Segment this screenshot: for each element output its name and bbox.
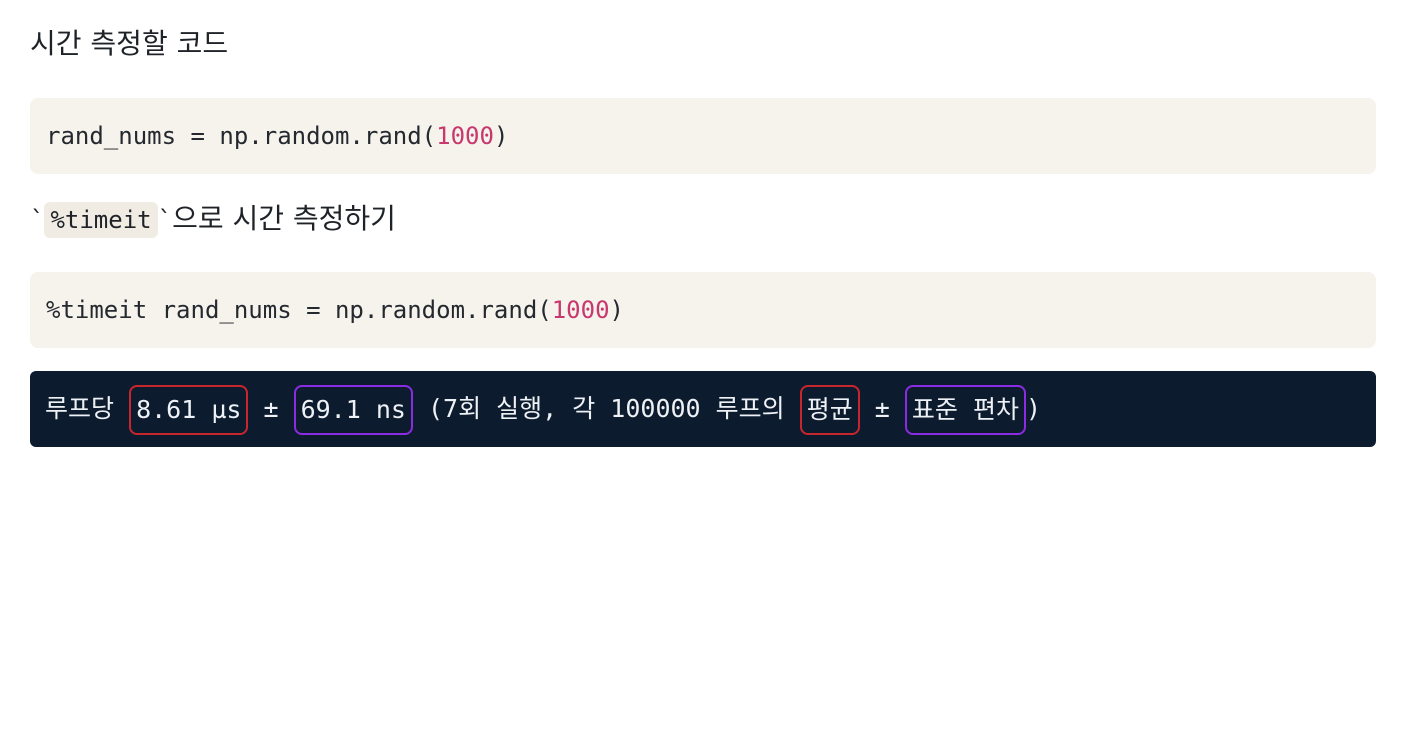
heading-text: 으로 시간 측정하기 bbox=[172, 202, 396, 235]
output-middle-text: (7회 실행, 각 100000 루프의 bbox=[412, 394, 800, 423]
code-block-timeit[interactable]: %timeit rand_nums = np.random.rand(1000) bbox=[30, 272, 1376, 348]
mean-label-highlight: 평균 bbox=[799, 385, 860, 435]
timeit-output-block: 루프당 8.61 µs ± 69.1 ns (7회 실행, 각 100000 루… bbox=[30, 371, 1376, 447]
number-literal: 1000 bbox=[551, 296, 610, 324]
output-lead-text: 루프당 bbox=[45, 394, 130, 423]
code-text-close: ) bbox=[493, 122, 509, 150]
code-text-close: ) bbox=[609, 296, 624, 324]
mean-value-highlight: 8.61 µs bbox=[129, 385, 249, 435]
code-text: %timeit rand_nums = np.random.rand( bbox=[46, 296, 552, 324]
std-label-highlight: 표준 편차 bbox=[904, 385, 1026, 435]
plus-minus-sign: ± bbox=[859, 394, 905, 423]
backtick-open: ` bbox=[30, 206, 45, 234]
plus-minus-sign: ± bbox=[248, 394, 294, 423]
number-literal: 1000 bbox=[436, 122, 494, 150]
backtick-close: ` bbox=[157, 206, 173, 234]
inline-code-timeit: %timeit bbox=[44, 202, 158, 238]
output-close-paren: ) bbox=[1025, 394, 1042, 423]
code-block-rand-nums[interactable]: rand_nums = np.random.rand(1000) bbox=[30, 98, 1376, 174]
section-heading-code-to-time: 시간 측정할 코드 bbox=[30, 27, 229, 60]
section-heading-timeit: ` %timeit `으로 시간 측정하기 bbox=[30, 201, 396, 238]
code-text: rand_nums = np.random.rand( bbox=[46, 122, 437, 150]
std-value-highlight: 69.1 ns bbox=[293, 385, 413, 435]
